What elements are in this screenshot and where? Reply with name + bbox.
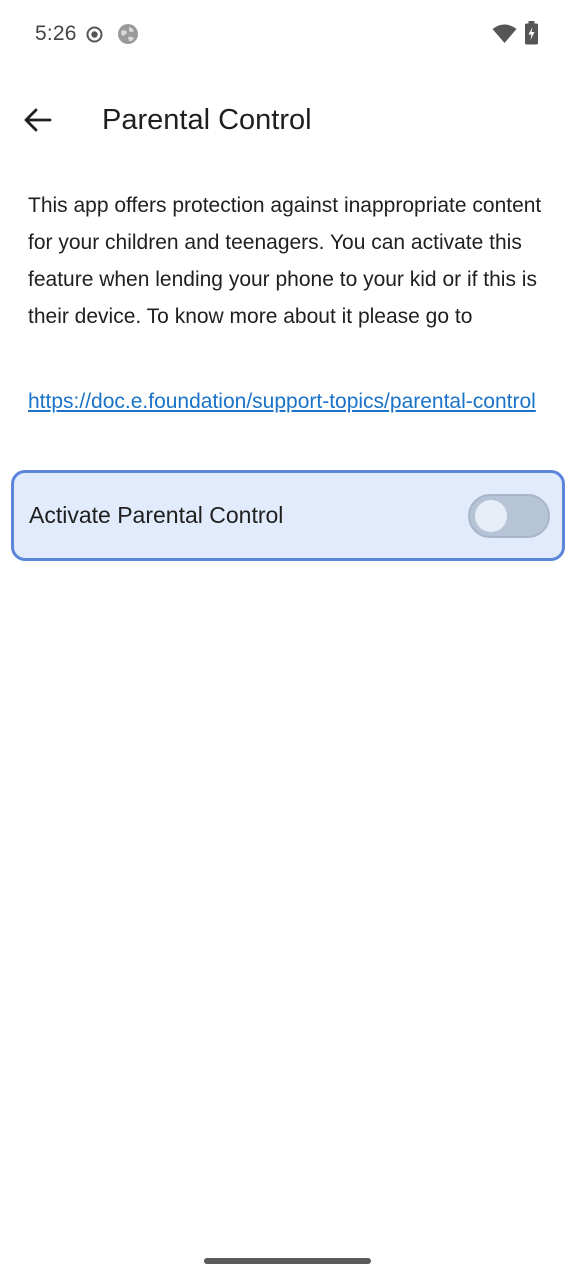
parental-control-description: This app offers protection against inapp… (28, 194, 542, 328)
app-bar: Parental Control (0, 80, 575, 164)
activate-parental-control-label: Activate Parental Control (29, 502, 284, 528)
wifi-icon (492, 24, 517, 44)
back-button[interactable] (12, 96, 64, 148)
status-bar: 5:26 (0, 0, 575, 68)
page-title: Parental Control (102, 104, 312, 136)
arrow-left-icon (24, 108, 52, 137)
status-time: 5:26 (35, 22, 77, 45)
gesture-navigation-bar[interactable] (204, 1258, 371, 1264)
activate-parental-control-switch[interactable] (468, 494, 550, 538)
record-dot-icon (86, 26, 103, 43)
switch-thumb (475, 500, 507, 532)
battery-charging-icon (524, 21, 539, 45)
activate-parental-control-row[interactable]: Activate Parental Control (11, 470, 565, 561)
screen: 5:26 Parental Control This app offers pr… (0, 0, 575, 1280)
globe-icon (117, 23, 139, 45)
parental-control-help-link[interactable]: https://doc.e.foundation/support-topics/… (28, 388, 548, 415)
